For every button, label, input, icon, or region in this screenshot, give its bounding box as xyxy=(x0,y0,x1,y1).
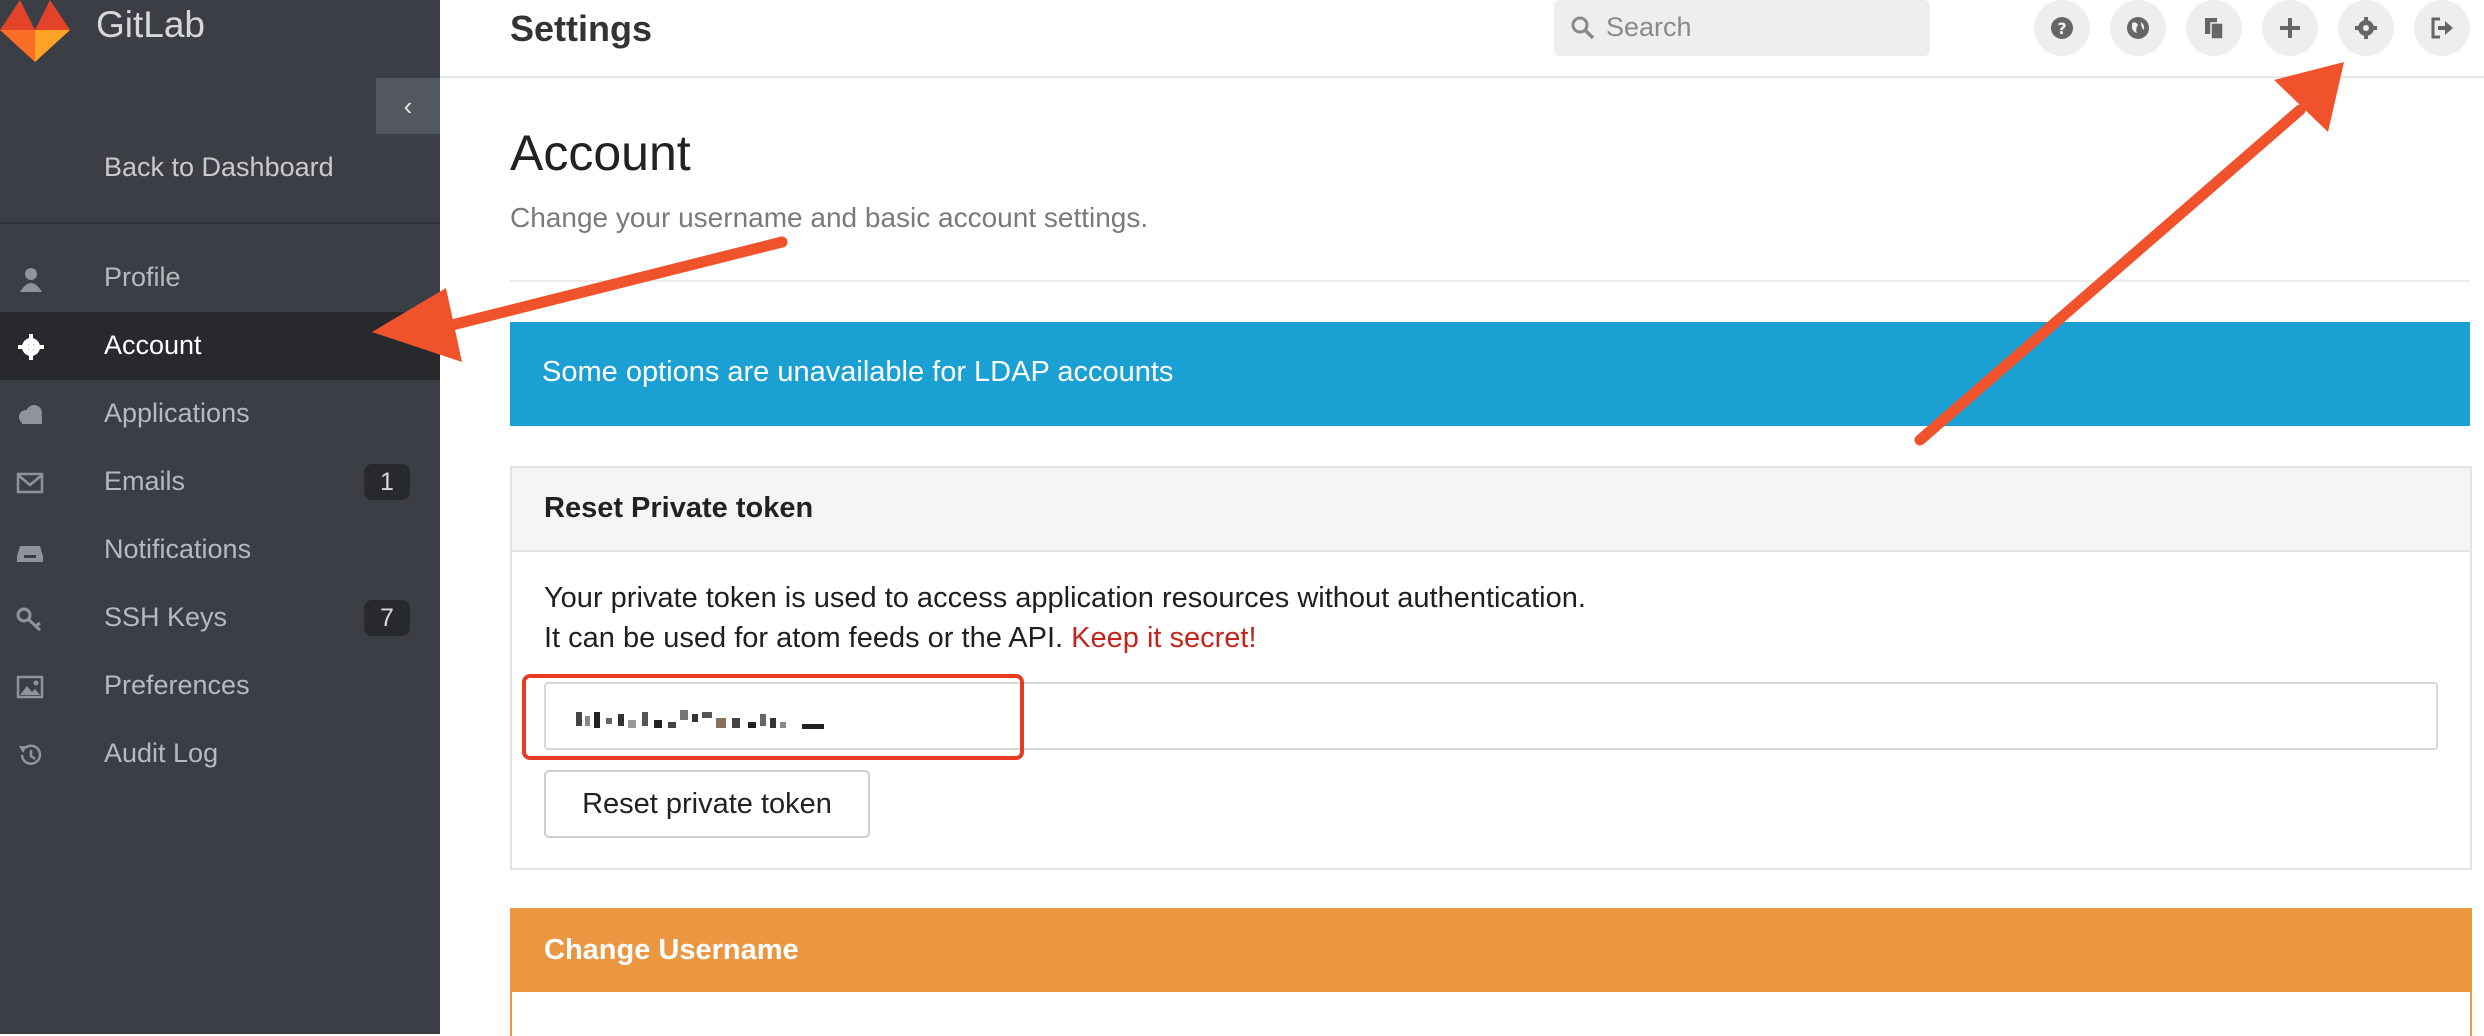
token-description-line2: It can be used for atom feeds or the API… xyxy=(544,622,1257,655)
globe-icon xyxy=(2127,17,2149,39)
sidebar-item-label: Notifications xyxy=(104,534,252,564)
sidebar-item-label: Emails xyxy=(104,466,186,496)
svg-text:?: ? xyxy=(2057,19,2066,38)
panel-header: Reset Private token xyxy=(512,468,2470,552)
ldap-info-alert: Some options are unavailable for LDAP ac… xyxy=(510,322,2470,426)
cloud-icon xyxy=(19,405,42,424)
sidebar-item-label: Audit Log xyxy=(104,738,219,768)
sidebar-item-audit-log[interactable]: Audit Log xyxy=(0,720,440,788)
sidebar-item-ssh-keys[interactable]: SSH Keys 7 xyxy=(0,584,440,652)
snippets-button[interactable] xyxy=(2186,0,2242,56)
reset-private-token-button[interactable]: Reset private token xyxy=(544,770,870,838)
token-highlight-box xyxy=(522,674,1024,760)
panel-title: Change Username xyxy=(544,934,799,966)
top-header: Settings Search ? xyxy=(440,0,2484,78)
image-icon xyxy=(16,675,44,699)
section-heading: Account xyxy=(510,125,691,181)
back-to-dashboard-link[interactable]: Back to Dashboard xyxy=(104,152,334,183)
search-input[interactable]: Search xyxy=(1554,0,1930,56)
gear-icon xyxy=(18,334,44,360)
sidebar-item-label: SSH Keys xyxy=(104,602,228,632)
token-description-line1: Your private token is used to access app… xyxy=(544,582,1586,614)
section-description: Change your username and basic account s… xyxy=(510,202,1149,233)
panel-header: Change Username xyxy=(512,910,2470,992)
token-usage-text: It can be used for atom feeds or the API… xyxy=(544,622,1064,654)
key-icon xyxy=(16,607,42,632)
sidebar: GitLab ‹ Back to Dashboard Profile Accou… xyxy=(0,0,440,1034)
sidebar-item-label: Profile xyxy=(104,262,181,292)
collapse-sidebar-button[interactable]: ‹ xyxy=(376,78,440,134)
plus-icon xyxy=(2280,18,2300,38)
sidebar-item-label: Applications xyxy=(104,398,250,428)
new-project-button[interactable] xyxy=(2262,0,2318,56)
alert-text: Some options are unavailable for LDAP ac… xyxy=(542,356,1174,388)
profile-settings-button[interactable] xyxy=(2338,0,2394,56)
section-divider xyxy=(510,280,2470,282)
sign-out-icon xyxy=(2431,17,2453,39)
gitlab-logo[interactable] xyxy=(0,0,70,70)
emails-count-badge: 1 xyxy=(364,464,410,500)
page-title: Settings xyxy=(510,8,653,49)
secret-warning: Keep it secret! xyxy=(1071,622,1257,654)
user-icon xyxy=(20,268,42,292)
sidebar-item-profile[interactable]: Profile xyxy=(0,244,440,312)
explore-button[interactable] xyxy=(2110,0,2166,56)
copy-icon xyxy=(2205,18,2224,40)
sidebar-divider xyxy=(0,222,440,224)
sidebar-item-notifications[interactable]: Notifications xyxy=(0,516,440,584)
help-icon: ? xyxy=(2051,17,2073,39)
sidebar-item-label: Preferences xyxy=(104,670,250,700)
sidebar-item-label: Account xyxy=(104,330,202,360)
sidebar-item-emails[interactable]: Emails 1 xyxy=(0,448,440,516)
sidebar-item-preferences[interactable]: Preferences xyxy=(0,652,440,720)
sign-out-button[interactable] xyxy=(2414,0,2470,56)
change-username-panel: Change Username xyxy=(510,908,2472,1036)
brand-name[interactable]: GitLab xyxy=(96,4,205,46)
inbox-icon xyxy=(17,546,43,562)
gear-icon xyxy=(2355,17,2377,39)
history-icon xyxy=(19,744,42,765)
envelope-icon xyxy=(16,472,44,494)
search-placeholder: Search xyxy=(1606,12,1692,42)
reset-token-panel: Reset Private token Your private token i… xyxy=(510,466,2472,870)
help-button[interactable]: ? xyxy=(2034,0,2090,56)
ssh-keys-count-badge: 7 xyxy=(364,600,410,636)
search-icon xyxy=(1571,16,1595,40)
sidebar-item-account[interactable]: Account xyxy=(0,312,440,380)
panel-title: Reset Private token xyxy=(544,492,814,524)
sidebar-item-applications[interactable]: Applications xyxy=(0,380,440,448)
